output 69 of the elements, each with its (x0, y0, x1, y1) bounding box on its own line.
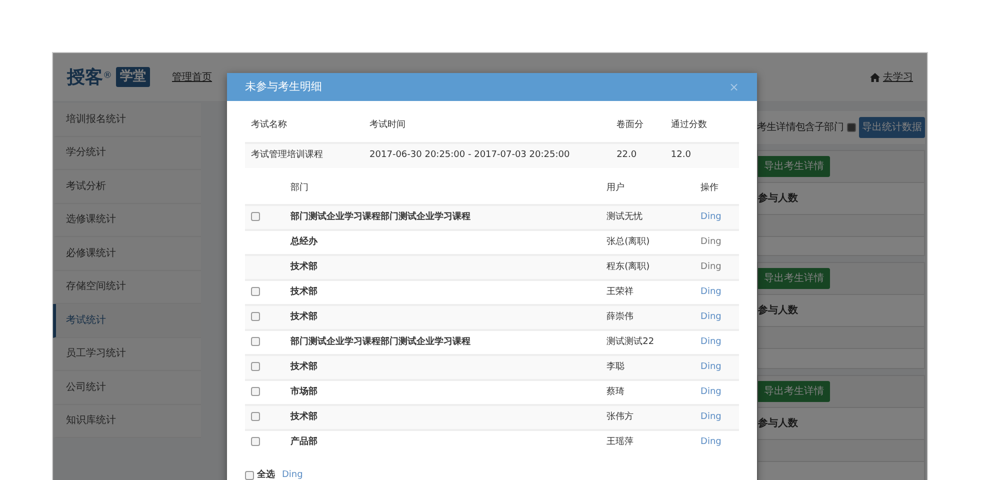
column-header: 参与人数 (758, 305, 798, 316)
checkbox[interactable] (251, 362, 260, 371)
ding-link[interactable]: Ding (700, 386, 722, 397)
column-header: 考试时间 (364, 119, 611, 142)
ding-link[interactable]: Ding (700, 312, 722, 322)
action-text: Ding (700, 262, 722, 272)
sidebar-item[interactable]: 员工学习统计 (53, 338, 201, 371)
checkbox[interactable] (251, 437, 260, 446)
dialog-title: 未参与考生明细 (245, 78, 322, 95)
home-link[interactable]: 去学习 (870, 70, 913, 84)
table-cell: 李聪 (600, 355, 695, 380)
checkbox[interactable] (251, 336, 260, 346)
column-header: 操作 (694, 182, 739, 205)
sidebar-item[interactable]: 培训报名统计 (53, 103, 201, 136)
logo-badge: 学堂 (116, 67, 150, 87)
column-header: 用户 (600, 182, 695, 205)
ding-link[interactable]: Ding (700, 212, 722, 222)
export-button[interactable]: 导出考生详情 (758, 380, 830, 402)
table-cell: 2017-06-30 20:25:00 - 2017-07-03 20:25:00 (364, 142, 611, 168)
sidebar-item[interactable]: 公司统计 (53, 371, 201, 404)
ding-link[interactable]: Ding (700, 437, 722, 448)
column-header: 参与人数 (758, 193, 798, 204)
sidebar-item[interactable]: 考试分析 (53, 170, 201, 204)
column-header: 通过分数 (664, 119, 739, 142)
table-cell: 张伟方 (600, 405, 695, 430)
checkbox[interactable] (251, 412, 260, 421)
table-cell: 王瑶萍 (600, 430, 695, 455)
export-button[interactable]: 导出考生详情 (758, 268, 830, 290)
checkbox[interactable] (251, 312, 260, 321)
sidebar-item[interactable]: 选修课统计 (53, 204, 201, 237)
checkbox[interactable] (251, 386, 260, 396)
sidebar-item[interactable]: 知识库统计 (53, 404, 201, 438)
action-text: Ding (700, 236, 722, 247)
nav-link[interactable]: 管理首页 (172, 70, 212, 84)
column-header: 参与人数 (758, 418, 798, 429)
ding-link[interactable]: Ding (700, 286, 722, 297)
table-cell: 薛崇伟 (600, 305, 695, 330)
registered-mark: ® (103, 70, 112, 84)
table-cell: 22.0 (610, 142, 665, 168)
ding-link[interactable]: Ding (700, 362, 722, 372)
sidebar-item[interactable]: 学分统计 (53, 136, 201, 170)
ding-link[interactable]: Ding (282, 469, 303, 480)
table-cell: 12.0 (664, 142, 739, 168)
export-button[interactable]: 导出考生详情 (758, 156, 830, 177)
table-cell: 程东(离职) (600, 255, 695, 280)
export-button[interactable]: 导出统计数据 (859, 117, 925, 138)
option-label: 考生详情包含子部门 (757, 120, 844, 135)
ding-link[interactable]: Ding (700, 412, 722, 422)
checkbox[interactable] (245, 471, 254, 480)
sidebar-item[interactable]: 必修课统计 (53, 237, 201, 270)
column-header: 部门 (284, 182, 601, 205)
table-cell: 部门测试企业学习课程部门测试企业学习课程 (284, 205, 601, 230)
table-cell: 产品部 (284, 430, 601, 455)
sidebar-item[interactable]: 考试统计 (53, 304, 201, 338)
checkbox-label: 全选 (257, 469, 275, 480)
home-icon (870, 72, 880, 82)
checkbox[interactable] (847, 123, 856, 132)
table-cell: 考试管理培训课程 (245, 142, 364, 168)
checkbox[interactable] (251, 286, 260, 296)
table-cell: 测试无忧 (600, 205, 695, 230)
table-cell: 技术部 (284, 255, 601, 280)
table-cell: 技术部 (284, 355, 601, 380)
ding-link[interactable]: Ding (700, 336, 722, 347)
column-header: 卷面分 (610, 119, 665, 142)
table-cell: 技术部 (284, 305, 601, 330)
table-cell: 技术部 (284, 405, 601, 430)
column-header: 考试名称 (245, 119, 364, 142)
logo-text: 授客 (67, 66, 103, 90)
checkbox[interactable] (251, 212, 260, 221)
